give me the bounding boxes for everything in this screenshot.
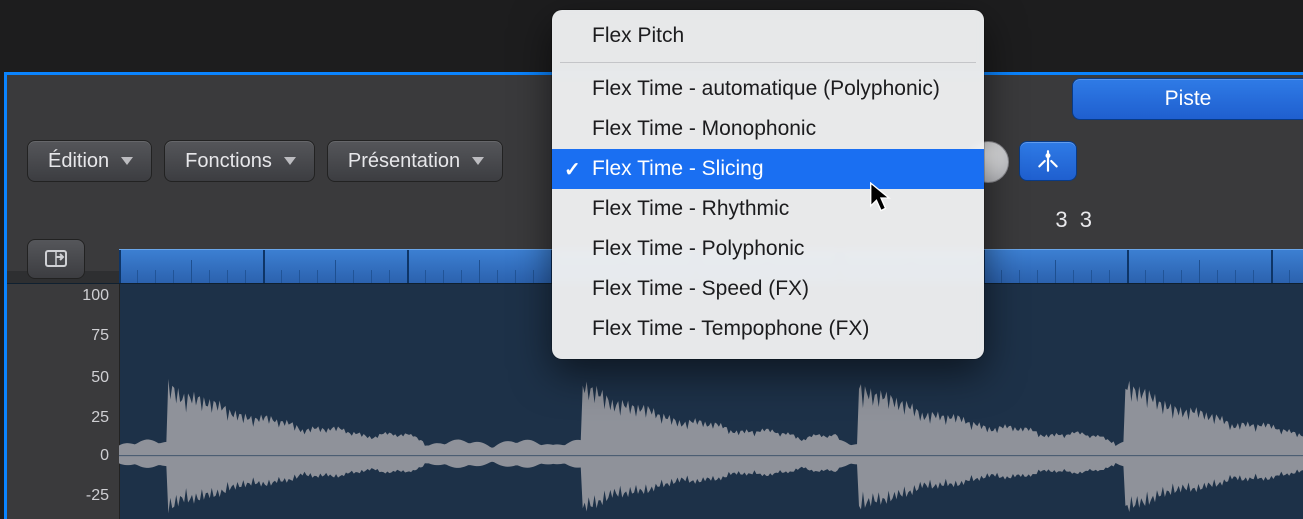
tab-piste-label: Piste <box>1165 87 1212 111</box>
ruler-tick <box>353 270 354 284</box>
ruler-tick <box>335 260 336 284</box>
menu-presentation[interactable]: Présentation <box>327 140 503 182</box>
ruler-tick <box>1055 260 1056 284</box>
flex-mode-option-label: Flex Time - Speed (FX) <box>592 277 809 301</box>
timeline-position-label: 3 3 <box>1055 207 1095 233</box>
chevron-down-icon <box>472 157 484 165</box>
flex-mode-option[interactable]: Flex Time - Speed (FX) <box>552 269 984 309</box>
editor-menu-bar: Édition Fonctions Présentation <box>27 139 503 183</box>
ruler-tick <box>1127 250 1129 284</box>
flex-mode-option-label: Flex Time - Rhythmic <box>592 197 789 221</box>
ruler-tick <box>1181 270 1182 284</box>
ruler-tick <box>371 270 372 284</box>
ruler-tick <box>1037 270 1038 284</box>
ruler-tick <box>1073 270 1074 284</box>
ruler-tick <box>173 270 174 284</box>
chevron-down-icon <box>121 157 133 165</box>
ruler-tick <box>497 270 498 284</box>
menu-edition[interactable]: Édition <box>27 140 152 182</box>
ruler-tick <box>209 270 210 284</box>
ruler-tick <box>1019 270 1020 284</box>
ruler-tick <box>479 260 480 284</box>
flex-mode-option-label: Flex Time - automatique (Polyphonic) <box>592 77 940 101</box>
ruler-tick <box>263 250 265 284</box>
menu-presentation-label: Présentation <box>348 150 460 173</box>
flex-mode-option[interactable]: Flex Time - Rhythmic <box>552 189 984 229</box>
ruler-tick <box>533 270 534 284</box>
ruler-tick <box>461 270 462 284</box>
ruler-tick <box>443 270 444 284</box>
flex-mode-option-label: Flex Time - Polyphonic <box>592 237 804 261</box>
ruler-tick <box>245 270 246 284</box>
ruler-tick <box>1217 270 1218 284</box>
ruler-tick <box>137 270 138 284</box>
ruler-tick <box>1235 270 1236 284</box>
amplitude-tick-label: -25 <box>86 487 109 505</box>
ruler-tick <box>191 260 192 284</box>
ruler-tick <box>515 270 516 284</box>
ruler-tick <box>389 270 390 284</box>
flex-tool-button[interactable] <box>1019 141 1077 181</box>
flex-mode-header-label: Flex Pitch <box>592 24 684 48</box>
flex-mode-option[interactable]: Flex Time - Polyphonic <box>552 229 984 269</box>
catch-playhead-button[interactable] <box>27 239 85 279</box>
ruler-tick <box>1163 270 1164 284</box>
flex-mode-header[interactable]: Flex Pitch <box>552 16 984 56</box>
ruler-tick <box>1091 270 1092 284</box>
dropdown-separator <box>560 62 976 63</box>
chevron-down-icon <box>284 157 296 165</box>
flex-mode-option-label: Flex Time - Tempophone (FX) <box>592 317 869 341</box>
ruler-tick <box>317 270 318 284</box>
flex-mode-dropdown[interactable]: Flex Pitch Flex Time - automatique (Poly… <box>552 10 984 359</box>
flex-mode-option[interactable]: Flex Time - automatique (Polyphonic) <box>552 69 984 109</box>
ruler-tick <box>281 270 282 284</box>
amplitude-tick-label: 50 <box>91 369 109 387</box>
amplitude-tick-label: 25 <box>91 409 109 427</box>
amplitude-tick-label: 100 <box>82 287 109 305</box>
menu-edition-label: Édition <box>48 150 109 173</box>
ruler-tick <box>1289 270 1290 284</box>
ruler-tick <box>155 270 156 284</box>
amplitude-tick-label: 75 <box>91 327 109 345</box>
ruler-tick <box>407 250 409 284</box>
menu-fonctions-label: Fonctions <box>185 150 272 173</box>
ruler-tick <box>1001 270 1002 284</box>
flex-mode-option[interactable]: Flex Time - Monophonic <box>552 109 984 149</box>
amplitude-tick-label: 0 <box>100 447 109 465</box>
tab-piste[interactable]: Piste <box>1072 78 1303 120</box>
app-frame: Édition Fonctions Présentation <box>0 0 1303 519</box>
catch-playhead-icon <box>44 248 68 270</box>
flex-mode-option[interactable]: Flex Time - Tempophone (FX) <box>552 309 984 349</box>
ruler-tick <box>1253 270 1254 284</box>
ruler-tick <box>1109 270 1110 284</box>
ruler-tick <box>1271 250 1273 284</box>
ruler-tick <box>227 270 228 284</box>
ruler-tick <box>1145 270 1146 284</box>
flex-mode-option-label: Flex Time - Slicing <box>592 157 764 181</box>
menu-fonctions[interactable]: Fonctions <box>164 140 315 182</box>
ruler-tick <box>119 250 121 284</box>
flex-mode-option[interactable]: ✓ Flex Time - Slicing <box>552 149 984 189</box>
flex-marker-icon <box>1035 148 1061 174</box>
check-icon: ✓ <box>564 157 581 182</box>
ruler-tick <box>425 270 426 284</box>
ruler-tick <box>1199 260 1200 284</box>
ruler-tick <box>299 270 300 284</box>
flex-mode-option-label: Flex Time - Monophonic <box>592 117 816 141</box>
amplitude-axis: 100 75 50 25 0 -25 <box>7 284 120 519</box>
